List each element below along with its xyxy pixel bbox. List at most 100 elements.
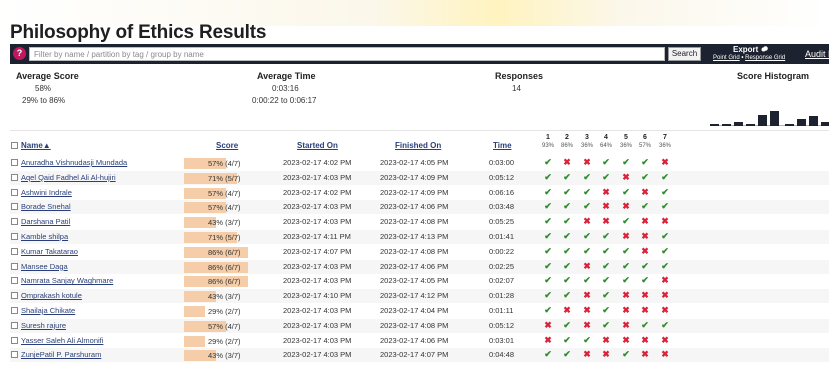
- wrong-answer-icon[interactable]: ✖: [599, 216, 613, 227]
- wrong-answer-icon[interactable]: ✖: [658, 290, 672, 301]
- row-checkbox[interactable]: [11, 336, 18, 344]
- wrong-answer-icon[interactable]: ✖: [638, 246, 652, 257]
- correct-answer-icon[interactable]: ✔: [541, 349, 555, 360]
- wrong-answer-icon[interactable]: ✖: [658, 349, 672, 360]
- row-checkbox[interactable]: [11, 203, 18, 211]
- audit-log-link[interactable]: Audit Lo: [805, 49, 829, 59]
- wrong-answer-icon[interactable]: ✖: [638, 290, 652, 301]
- wrong-answer-icon[interactable]: ✖: [619, 201, 633, 212]
- correct-answer-icon[interactable]: ✔: [560, 187, 574, 198]
- correct-answer-icon[interactable]: ✔: [599, 275, 613, 286]
- correct-answer-icon[interactable]: ✔: [619, 261, 633, 272]
- question-number[interactable]: 1: [540, 134, 556, 141]
- wrong-answer-icon[interactable]: ✖: [560, 157, 574, 168]
- response-grid-link[interactable]: Response Grid: [745, 55, 785, 61]
- correct-answer-icon[interactable]: ✔: [619, 187, 633, 198]
- correct-answer-icon[interactable]: ✔: [638, 201, 652, 212]
- correct-answer-icon[interactable]: ✔: [560, 246, 574, 257]
- correct-answer-icon[interactable]: ✔: [560, 172, 574, 183]
- correct-answer-icon[interactable]: ✔: [560, 290, 574, 301]
- wrong-answer-icon[interactable]: ✖: [638, 335, 652, 346]
- search-button[interactable]: Search: [668, 47, 701, 61]
- wrong-answer-icon[interactable]: ✖: [580, 261, 594, 272]
- correct-answer-icon[interactable]: ✔: [599, 305, 613, 316]
- correct-answer-icon[interactable]: ✔: [619, 157, 633, 168]
- wrong-answer-icon[interactable]: ✖: [599, 349, 613, 360]
- row-checkbox[interactable]: [11, 247, 18, 255]
- correct-answer-icon[interactable]: ✔: [638, 275, 652, 286]
- correct-answer-icon[interactable]: ✔: [580, 187, 594, 198]
- wrong-answer-icon[interactable]: ✖: [619, 320, 633, 331]
- student-name-link[interactable]: Yasser Saleh Ali Almonifi: [21, 336, 103, 345]
- wrong-answer-icon[interactable]: ✖: [580, 290, 594, 301]
- student-name-link[interactable]: Suresh rajure: [21, 321, 66, 330]
- column-header-name[interactable]: Name▲: [11, 141, 51, 150]
- row-checkbox[interactable]: [11, 262, 18, 270]
- correct-answer-icon[interactable]: ✔: [560, 261, 574, 272]
- wrong-answer-icon[interactable]: ✖: [619, 172, 633, 183]
- filter-input[interactable]: [29, 47, 665, 61]
- wrong-answer-icon[interactable]: ✖: [580, 305, 594, 316]
- wrong-answer-icon[interactable]: ✖: [599, 201, 613, 212]
- wrong-answer-icon[interactable]: ✖: [638, 305, 652, 316]
- student-name-link[interactable]: Mansee Daga: [21, 262, 68, 271]
- correct-answer-icon[interactable]: ✔: [599, 320, 613, 331]
- row-checkbox[interactable]: [11, 188, 18, 196]
- wrong-answer-icon[interactable]: ✖: [599, 187, 613, 198]
- student-name-link[interactable]: Borade Snehal: [21, 202, 71, 211]
- question-number[interactable]: 3: [579, 134, 595, 141]
- wrong-answer-icon[interactable]: ✖: [658, 335, 672, 346]
- row-checkbox[interactable]: [11, 277, 18, 285]
- correct-answer-icon[interactable]: ✔: [560, 231, 574, 242]
- student-name-link[interactable]: Namrata Sanjay Waghmare: [21, 276, 113, 285]
- row-checkbox[interactable]: [11, 173, 18, 181]
- correct-answer-icon[interactable]: ✔: [580, 335, 594, 346]
- wrong-answer-icon[interactable]: ✖: [599, 335, 613, 346]
- question-number[interactable]: 7: [657, 134, 673, 141]
- wrong-answer-icon[interactable]: ✖: [580, 320, 594, 331]
- row-checkbox[interactable]: [11, 321, 18, 329]
- correct-answer-icon[interactable]: ✔: [599, 290, 613, 301]
- student-name-link[interactable]: Ashwini Indrale: [21, 188, 72, 197]
- correct-answer-icon[interactable]: ✔: [541, 187, 555, 198]
- correct-answer-icon[interactable]: ✔: [658, 187, 672, 198]
- correct-answer-icon[interactable]: ✔: [541, 275, 555, 286]
- correct-answer-icon[interactable]: ✔: [560, 349, 574, 360]
- wrong-answer-icon[interactable]: ✖: [560, 305, 574, 316]
- column-header-score[interactable]: Score: [216, 141, 238, 150]
- correct-answer-icon[interactable]: ✔: [541, 216, 555, 227]
- correct-answer-icon[interactable]: ✔: [541, 290, 555, 301]
- correct-answer-icon[interactable]: ✔: [619, 246, 633, 257]
- student-name-link[interactable]: Anuradha Vishnudasji Mundada: [21, 158, 127, 167]
- wrong-answer-icon[interactable]: ✖: [619, 290, 633, 301]
- correct-answer-icon[interactable]: ✔: [619, 216, 633, 227]
- column-header-time[interactable]: Time: [493, 141, 512, 150]
- wrong-answer-icon[interactable]: ✖: [580, 157, 594, 168]
- correct-answer-icon[interactable]: ✔: [580, 231, 594, 242]
- correct-answer-icon[interactable]: ✔: [599, 231, 613, 242]
- wrong-answer-icon[interactable]: ✖: [580, 216, 594, 227]
- column-header-finished[interactable]: Finished On: [395, 141, 441, 150]
- correct-answer-icon[interactable]: ✔: [541, 172, 555, 183]
- correct-answer-icon[interactable]: ✔: [658, 172, 672, 183]
- export-menu[interactable]: Export: [733, 45, 768, 54]
- select-all-checkbox[interactable]: [11, 142, 18, 149]
- wrong-answer-icon[interactable]: ✖: [619, 305, 633, 316]
- correct-answer-icon[interactable]: ✔: [599, 246, 613, 257]
- wrong-answer-icon[interactable]: ✖: [658, 275, 672, 286]
- correct-answer-icon[interactable]: ✔: [638, 261, 652, 272]
- row-checkbox[interactable]: [11, 292, 18, 300]
- wrong-answer-icon[interactable]: ✖: [638, 187, 652, 198]
- question-number[interactable]: 4: [598, 134, 614, 141]
- help-icon[interactable]: ?: [13, 47, 26, 60]
- correct-answer-icon[interactable]: ✔: [599, 172, 613, 183]
- point-grid-link[interactable]: Point Grid: [713, 55, 740, 61]
- row-checkbox[interactable]: [11, 159, 18, 166]
- question-number[interactable]: 2: [559, 134, 575, 141]
- wrong-answer-icon[interactable]: ✖: [638, 349, 652, 360]
- wrong-answer-icon[interactable]: ✖: [580, 349, 594, 360]
- column-header-started[interactable]: Started On: [297, 141, 338, 150]
- question-number[interactable]: 5: [618, 134, 634, 141]
- correct-answer-icon[interactable]: ✔: [658, 320, 672, 331]
- correct-answer-icon[interactable]: ✔: [658, 261, 672, 272]
